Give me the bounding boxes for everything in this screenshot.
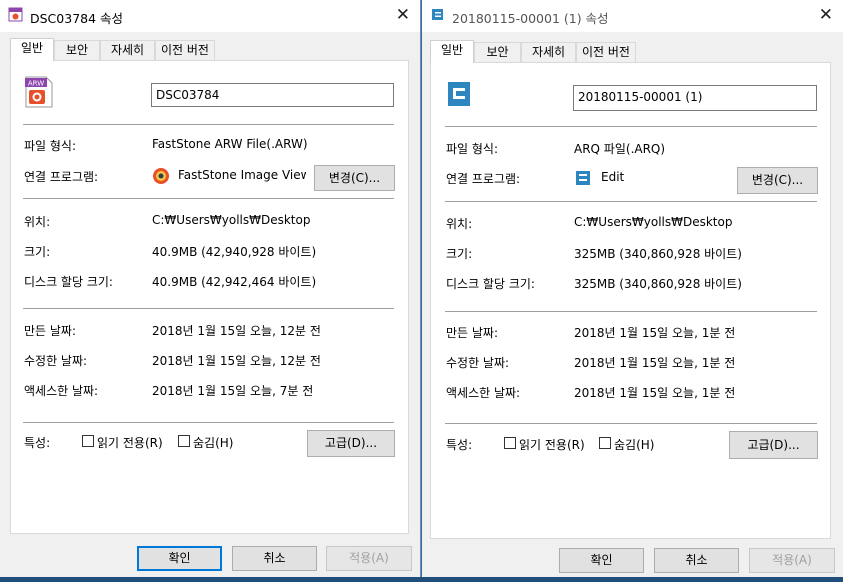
modified-label: 수정한 날짜: <box>446 356 510 370</box>
divider <box>445 311 817 312</box>
divider <box>445 423 817 424</box>
location-label: 위치: <box>24 215 51 229</box>
modified-value: 2018년 1월 15일 오늘, 12분 전 <box>152 354 321 368</box>
divider <box>23 422 394 423</box>
ok-button[interactable]: 확인 <box>559 548 644 573</box>
window-title: 20180115-00001 (1) 속성 <box>452 11 609 26</box>
opens-with-label: 연결 프로그램: <box>446 172 521 186</box>
arw-icon-text: ARW <box>28 80 44 88</box>
apply-button[interactable]: 적용(A) <box>326 546 412 571</box>
divider <box>445 201 817 202</box>
advanced-button[interactable]: 고급(D)... <box>307 430 395 457</box>
hidden-checkbox[interactable] <box>178 435 190 447</box>
divider <box>23 198 394 199</box>
accessed-label: 액세스한 날짜: <box>446 386 521 400</box>
accessed-value: 2018년 1월 15일 오늘, 1분 전 <box>574 386 736 400</box>
tab-previous-versions[interactable]: 이전 버전 <box>155 40 215 60</box>
disk-size-label: 디스크 할당 크기: <box>446 277 535 291</box>
file-type-value: FastStone ARW File(.ARW) <box>152 137 308 151</box>
taskbar-edge <box>0 577 843 582</box>
file-name-field[interactable]: 20180115-00001 (1) <box>573 85 817 111</box>
created-value: 2018년 1월 15일 오늘, 1분 전 <box>574 326 736 340</box>
divider <box>445 126 817 127</box>
attributes-label: 특성: <box>446 438 473 452</box>
general-panel: 20180115-00001 (1) 파일 형식: ARQ 파일(.ARQ) 연… <box>430 62 831 539</box>
close-icon[interactable]: ✕ <box>396 5 410 25</box>
tab-security[interactable]: 보안 <box>474 42 521 62</box>
attributes-label: 특성: <box>24 436 51 450</box>
readonly-checkbox[interactable] <box>82 435 94 447</box>
modified-label: 수정한 날짜: <box>24 354 88 368</box>
apply-button[interactable]: 적용(A) <box>749 548 835 573</box>
size-value: 325MB (340,860,928 바이트) <box>574 247 742 261</box>
created-value: 2018년 1월 15일 오늘, 12분 전 <box>152 324 321 338</box>
cancel-button[interactable]: 취소 <box>654 548 739 573</box>
divider <box>23 308 394 309</box>
created-label: 만든 날짜: <box>24 324 77 338</box>
location-value: C:₩Users₩yolls₩Desktop <box>152 213 311 227</box>
opens-with-value: FastStone Image Viewer <box>178 168 306 182</box>
arw-file-icon: ARW <box>24 76 54 108</box>
size-value: 40.9MB (42,940,928 바이트) <box>152 245 317 259</box>
location-label: 위치: <box>446 217 473 231</box>
disk-size-value: 40.9MB (42,942,464 바이트) <box>152 275 317 289</box>
hidden-label[interactable]: 숨김(H) <box>614 436 654 453</box>
faststone-app-icon <box>152 167 170 185</box>
advanced-button[interactable]: 고급(D)... <box>729 431 818 459</box>
tab-general[interactable]: 일반 <box>10 38 54 61</box>
cancel-button[interactable]: 취소 <box>232 546 317 571</box>
size-label: 크기: <box>24 245 51 259</box>
tab-general[interactable]: 일반 <box>430 40 474 63</box>
created-label: 만든 날짜: <box>446 326 499 340</box>
file-name-field[interactable]: DSC03784 <box>151 83 394 107</box>
tab-details[interactable]: 자세히 <box>521 42 576 62</box>
file-type-label: 파일 형식: <box>446 142 499 156</box>
location-value: C:₩Users₩yolls₩Desktop <box>574 215 733 229</box>
general-panel: ARW DSC03784 파일 형식: FastStone ARW File(.… <box>10 60 409 534</box>
tab-details[interactable]: 자세히 <box>100 40 155 60</box>
accessed-value: 2018년 1월 15일 오늘, 7분 전 <box>152 384 314 398</box>
readonly-label[interactable]: 읽기 전용(R) <box>519 436 585 453</box>
size-label: 크기: <box>446 247 473 261</box>
properties-window-20180115: 20180115-00001 (1) 속성 ✕ 일반 보안 자세히 이전 버전 … <box>421 0 843 582</box>
tab-previous-versions[interactable]: 이전 버전 <box>576 42 636 62</box>
disk-size-value: 325MB (340,860,928 바이트) <box>574 277 742 291</box>
opens-with-label: 연결 프로그램: <box>24 170 99 184</box>
hidden-label[interactable]: 숨김(H) <box>193 434 233 451</box>
close-icon[interactable]: ✕ <box>819 5 833 25</box>
title-bar[interactable]: DSC03784 속성 ✕ <box>0 0 420 32</box>
arw-file-icon <box>8 7 23 22</box>
change-button[interactable]: 변경(C)... <box>314 165 395 191</box>
tab-security[interactable]: 보안 <box>54 40 100 60</box>
arq-file-icon <box>430 7 445 22</box>
opens-with-value: Edit <box>601 170 625 184</box>
file-type-value: ARQ 파일(.ARQ) <box>574 142 666 156</box>
title-bar[interactable]: 20180115-00001 (1) 속성 ✕ <box>422 0 843 32</box>
readonly-label[interactable]: 읽기 전용(R) <box>97 434 163 451</box>
arq-file-icon <box>445 80 473 108</box>
accessed-label: 액세스한 날짜: <box>24 384 99 398</box>
ok-button[interactable]: 확인 <box>137 546 222 571</box>
change-button[interactable]: 변경(C)... <box>737 167 818 194</box>
disk-size-label: 디스크 할당 크기: <box>24 275 113 289</box>
divider <box>23 124 394 125</box>
hidden-checkbox[interactable] <box>599 437 611 449</box>
modified-value: 2018년 1월 15일 오늘, 1분 전 <box>574 356 736 370</box>
window-title: DSC03784 속성 <box>30 11 124 26</box>
file-type-label: 파일 형식: <box>24 139 77 153</box>
readonly-checkbox[interactable] <box>504 437 516 449</box>
properties-window-dsc03784: DSC03784 속성 ✕ 일반 보안 자세히 이전 버전 ARW DSC037… <box>0 0 421 582</box>
edit-app-icon <box>575 170 591 186</box>
